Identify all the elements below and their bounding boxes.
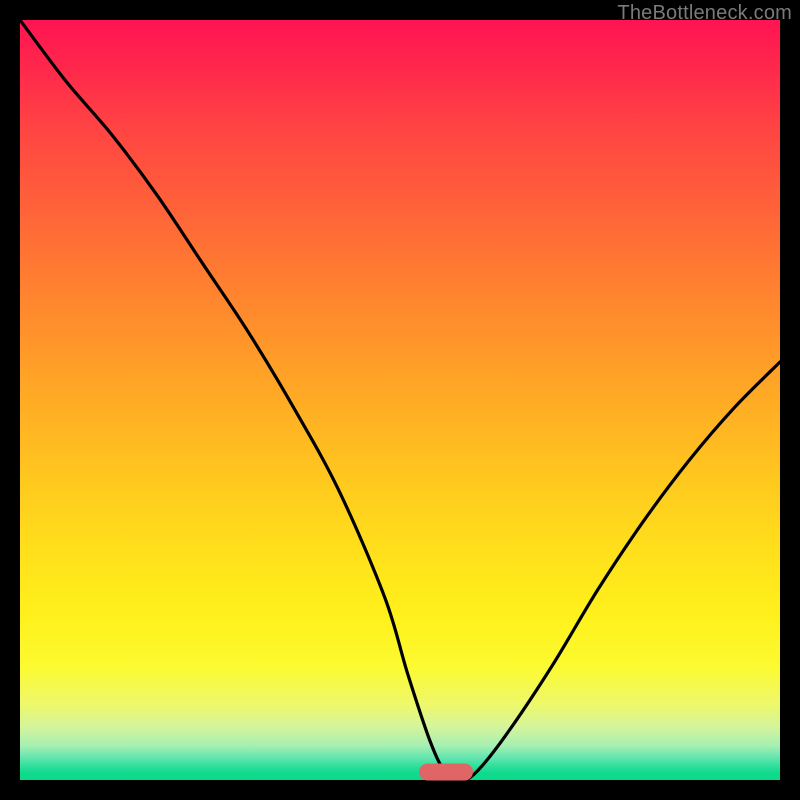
bottleneck-curve [20, 20, 780, 780]
chart-container: TheBottleneck.com [0, 0, 800, 800]
optimal-marker [419, 764, 473, 781]
watermark-text: TheBottleneck.com [617, 2, 792, 25]
plot-area [20, 20, 780, 780]
